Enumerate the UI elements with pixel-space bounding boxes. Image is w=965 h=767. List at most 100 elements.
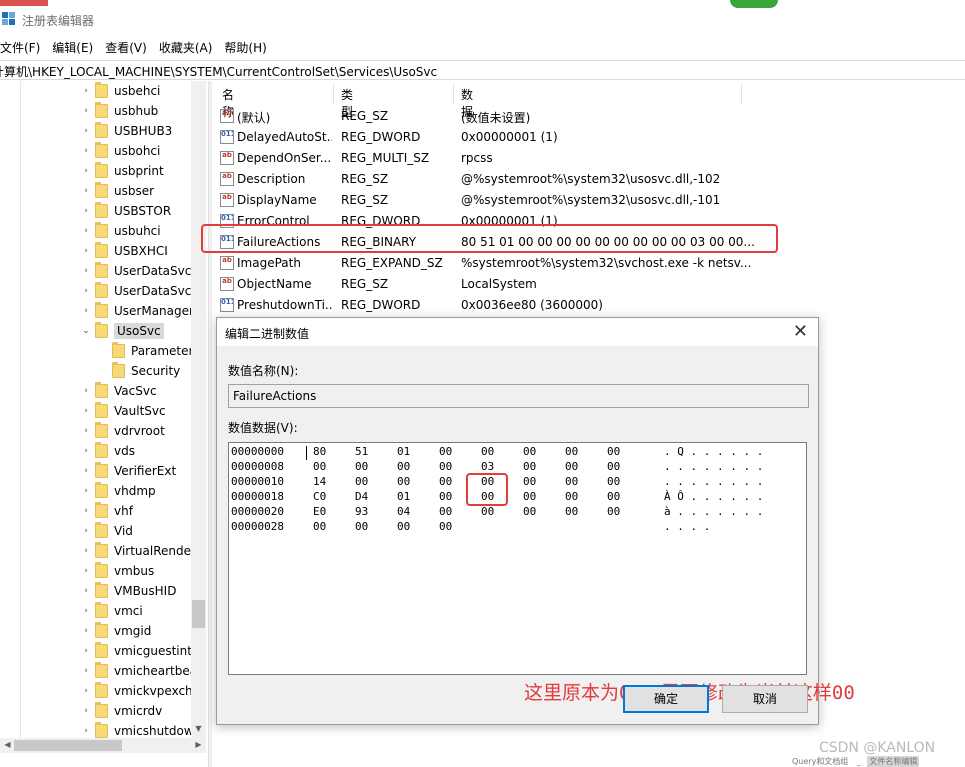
hex-row[interactable]: 00000000 80 51 01 00 00 00 00 00. Q . . . . . . [229, 445, 804, 460]
tree-item[interactable]: › usbser [81, 181, 154, 201]
value-row[interactable]: ab Description REG_SZ @%systemroot%\system3… [215, 169, 775, 190]
hex-byte[interactable]: 00 [397, 520, 415, 533]
hex-byte[interactable]: 00 [439, 505, 457, 518]
tree-item[interactable]: › VerifierExt [81, 461, 176, 481]
hex-byte[interactable]: 00 [607, 490, 625, 503]
tree-item[interactable]: › usbohci [81, 141, 160, 161]
hex-editor[interactable]: 00000000 80 51 01 00 00 00 00 00. Q . . . . . .0… [228, 442, 855, 704]
hex-byte[interactable]: 80 [313, 445, 331, 458]
hex-byte[interactable]: 00 [313, 460, 331, 473]
chevron-right-icon[interactable]: › [81, 506, 91, 516]
chevron-right-icon[interactable]: › [81, 486, 91, 496]
taskbar-label[interactable]: 文件名称编辑 [867, 756, 920, 767]
menu-favorites[interactable]: 收藏夹(A) [159, 36, 213, 58]
chevron-right-icon[interactable]: › [81, 606, 91, 616]
chevron-right-icon[interactable]: › [81, 386, 91, 396]
close-icon[interactable]: ✕ [793, 321, 808, 342]
chevron-right-icon[interactable]: › [81, 306, 91, 316]
address-bar[interactable]: 计算机\HKEY_LOCAL_MACHINE\SYSTEM\CurrentCon… [0, 60, 965, 80]
hex-byte[interactable]: 01 [397, 445, 415, 458]
hex-row[interactable]: 00000028 00 00 00 00 . . . . [229, 520, 804, 535]
chevron-right-icon[interactable]: › [81, 126, 91, 136]
chevron-right-icon[interactable]: › [81, 586, 91, 596]
hex-byte[interactable]: 03 [481, 460, 499, 473]
value-row[interactable]: ab (默认) REG_SZ (数值未设置) [215, 106, 775, 127]
chevron-right-icon[interactable]: › [81, 706, 91, 716]
tree-item[interactable]: ⌄ UsoSvc [81, 321, 164, 341]
hex-byte[interactable]: 04 [397, 505, 415, 518]
tree-item[interactable]: › USBXHCI [81, 241, 168, 261]
tree-item[interactable]: › usbuhci [81, 221, 161, 241]
tree-item[interactable]: › vhdmp [81, 481, 156, 501]
menu-help[interactable]: 帮助(H) [224, 36, 266, 58]
tree-item[interactable]: › USBSTOR [81, 201, 171, 221]
hex-byte[interactable]: 14 [313, 475, 331, 488]
menu-view[interactable]: 查看(V) [105, 36, 147, 58]
hex-byte[interactable]: 00 [565, 490, 583, 503]
chevron-right-icon[interactable]: › [81, 566, 91, 576]
chevron-right-icon[interactable]: › [81, 686, 91, 696]
tree-item[interactable]: › vmbus [81, 561, 154, 581]
tree-item[interactable]: › VirtualRender [81, 541, 196, 561]
tree-hscroll-thumb[interactable] [14, 740, 122, 751]
value-row[interactable]: ab DependOnSer... REG_MULTI_SZ rpcss [215, 148, 775, 169]
chevron-right-icon[interactable]: › [81, 426, 91, 436]
hex-byte[interactable]: 00 [313, 520, 331, 533]
hex-byte[interactable]: 00 [523, 490, 541, 503]
hex-byte[interactable]: 00 [523, 505, 541, 518]
hex-byte[interactable]: 00 [397, 460, 415, 473]
tree-item[interactable]: › usbprint [81, 161, 164, 181]
hex-byte[interactable]: 00 [607, 460, 625, 473]
value-row[interactable]: 011 110DelayedAutoSt... REG_DWORD 0x000000… [215, 127, 775, 148]
chevron-right-icon[interactable]: › [81, 726, 91, 736]
menu-edit[interactable]: 编辑(E) [52, 36, 93, 58]
hex-byte[interactable]: 00 [607, 505, 625, 518]
chevron-right-icon[interactable]: › [81, 546, 91, 556]
chevron-right-icon[interactable]: › [81, 646, 91, 656]
hex-row[interactable]: 00000008 00 00 00 00 03 00 00 00 . . . . . . . . [229, 460, 804, 475]
tree-item[interactable]: › UserDataSvc [81, 261, 191, 281]
tree-item[interactable]: › vdrvroot [81, 421, 165, 441]
tree-item[interactable]: › usbhub [81, 101, 158, 121]
hex-byte[interactable]: 01 [397, 490, 415, 503]
hex-byte[interactable]: 00 [439, 445, 457, 458]
hex-byte[interactable]: 00 [565, 475, 583, 488]
tree-item[interactable]: ›vmicguestinterface [81, 641, 205, 661]
hex-byte[interactable]: 00 [439, 520, 457, 533]
chevron-right-icon[interactable]: › [81, 286, 91, 296]
tree-horizontal-scrollbar[interactable]: ◀ ▶ [0, 738, 206, 753]
chevron-right-icon[interactable]: › [81, 166, 91, 176]
chevron-right-icon[interactable]: › [81, 446, 91, 456]
chevron-right-icon[interactable]: › [81, 666, 91, 676]
scroll-left-icon[interactable]: ◀ [0, 740, 15, 749]
hex-byte[interactable]: 00 [523, 475, 541, 488]
tree-item[interactable]: › VaultSvc [81, 401, 166, 421]
hex-byte[interactable]: 51 [355, 445, 373, 458]
column-divider[interactable] [453, 83, 454, 105]
chevron-right-icon[interactable]: › [81, 86, 91, 96]
hex-byte[interactable]: D4 [355, 490, 373, 503]
hex-byte[interactable]: 00 [481, 445, 499, 458]
hex-row[interactable]: 00000018 C0 D4 01 00 00 00 00 00 À Ô . . . . . . [229, 490, 804, 505]
tree-item[interactable]: › vmci [81, 601, 143, 621]
column-divider[interactable] [741, 83, 742, 105]
tree-vertical-scrollbar[interactable]: ▼ [191, 81, 206, 738]
scroll-right-icon[interactable]: ▶ [191, 740, 206, 749]
hex-byte[interactable]: 00 [523, 445, 541, 458]
chevron-right-icon[interactable]: › [81, 206, 91, 216]
chevron-right-icon[interactable]: › [81, 526, 91, 536]
tree-item[interactable]: › UserManager [81, 301, 194, 321]
value-row[interactable]: ab DisplayName REG_SZ @%systemroot%\system3… [215, 190, 775, 211]
chevron-right-icon[interactable]: › [81, 146, 91, 156]
hex-byte[interactable]: 00 [355, 460, 373, 473]
hex-byte[interactable]: 00 [439, 490, 457, 503]
chevron-right-icon[interactable]: › [81, 266, 91, 276]
chevron-right-icon[interactable]: › [81, 226, 91, 236]
pane-splitter[interactable] [208, 81, 212, 767]
tree-item[interactable]: › vmicheartbeat [81, 661, 202, 681]
hex-byte[interactable]: 00 [397, 475, 415, 488]
hex-byte[interactable]: 00 [607, 445, 625, 458]
hex-row[interactable]: 00000020 E0 93 04 00 00 00 00 00 à . . . . . . . [229, 505, 804, 520]
hex-byte[interactable]: C0 [313, 490, 331, 503]
hex-byte[interactable]: 00 [355, 520, 373, 533]
